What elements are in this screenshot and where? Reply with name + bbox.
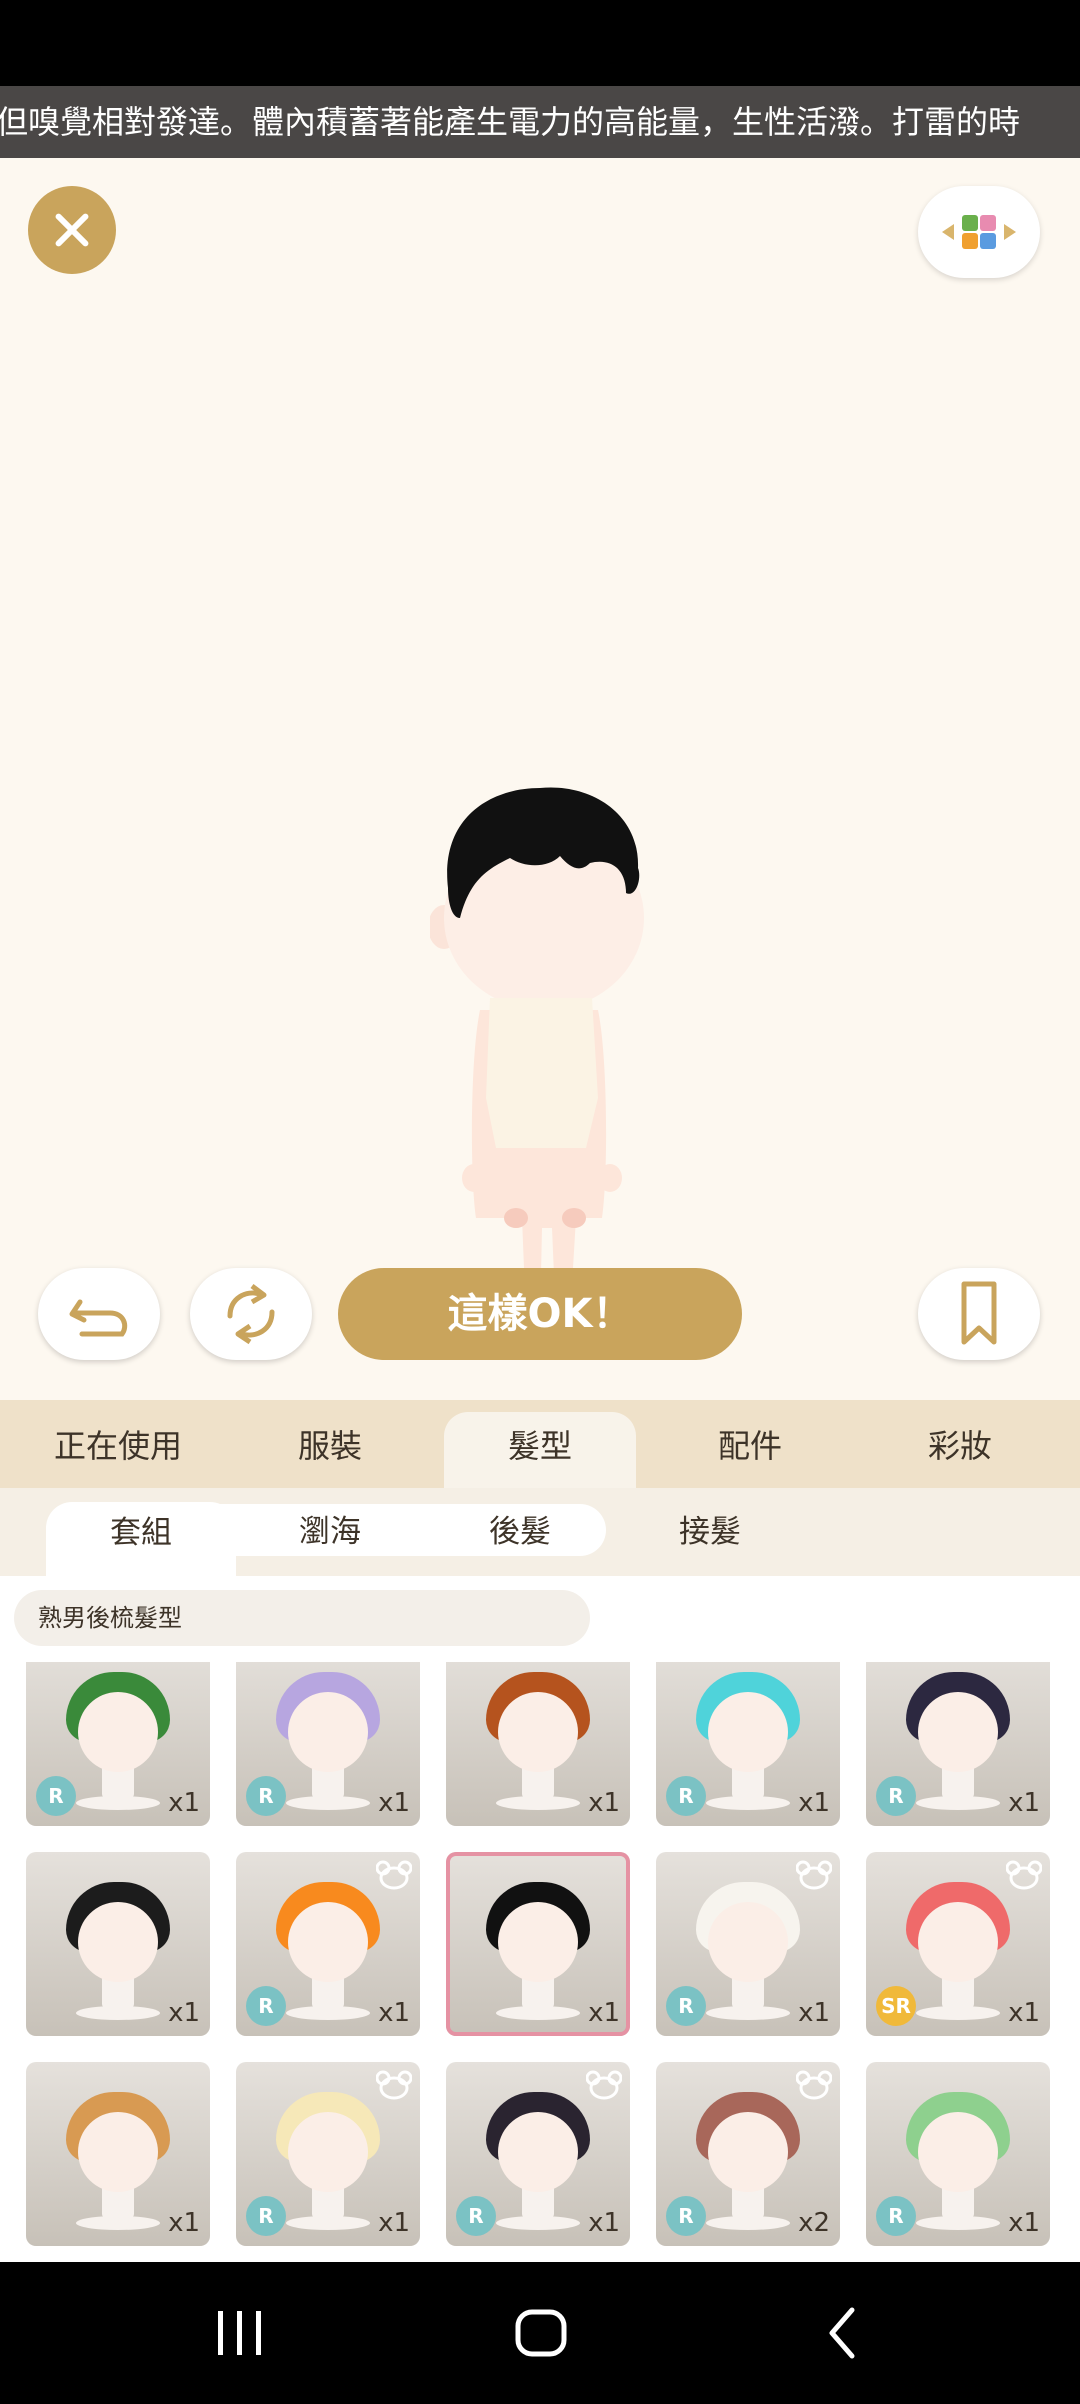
selected-item-name: 熟男後梳髮型 bbox=[14, 1590, 590, 1646]
bear-icon bbox=[1006, 1860, 1042, 1890]
hair-item[interactable]: Rx2 bbox=[656, 2062, 840, 2246]
quantity-label: x1 bbox=[1008, 1788, 1040, 1818]
tab-makeup[interactable]: 彩妝 bbox=[870, 1400, 1050, 1488]
system-nav-bar bbox=[0, 2262, 1080, 2400]
subtab-extensions[interactable]: 接髮 bbox=[620, 1488, 800, 1576]
mannequin-head bbox=[918, 2112, 998, 2192]
hair-item[interactable]: x1 bbox=[26, 2062, 210, 2246]
quantity-label: x1 bbox=[168, 1788, 200, 1818]
arrow-left-icon bbox=[942, 224, 954, 240]
tab-hairstyle[interactable]: 髮型 bbox=[444, 1412, 636, 1488]
mannequin-head bbox=[288, 1692, 368, 1772]
item-grid: Rx1 Rx1 x1 Rx1 Rx1 x1 Rx1 x1 Rx1 SR x1 x1 Rx1 Rx1 Rx2 R… bbox=[0, 1662, 1080, 2262]
bear-icon bbox=[796, 1860, 832, 1890]
tab-accessories[interactable]: 配件 bbox=[660, 1400, 840, 1488]
hair-item[interactable]: Rx1 bbox=[656, 1852, 840, 2036]
mannequin-head bbox=[288, 1902, 368, 1982]
rarity-badge: R bbox=[456, 2196, 496, 2236]
quantity-label: x1 bbox=[588, 1998, 620, 2028]
avatar-stage: 這樣OK！ bbox=[0, 158, 1080, 1400]
bear-icon bbox=[586, 2070, 622, 2100]
subtab-set[interactable]: 套組 bbox=[46, 1502, 236, 1576]
arrow-right-icon bbox=[1004, 224, 1016, 240]
mannequin-head bbox=[78, 1692, 158, 1772]
avatar-preview bbox=[430, 787, 644, 1352]
hair-item[interactable]: Rx1 bbox=[236, 1662, 420, 1826]
quantity-label: x1 bbox=[798, 1788, 830, 1818]
subtab-bangs[interactable]: 瀏海 bbox=[240, 1488, 420, 1576]
mannequin-head bbox=[918, 1902, 998, 1982]
bear-icon bbox=[376, 2070, 412, 2100]
hair-item[interactable]: Rx1 bbox=[26, 1662, 210, 1826]
status-bar bbox=[0, 0, 1080, 86]
hair-item[interactable]: Rx1 bbox=[446, 2062, 630, 2246]
tab-clothing[interactable]: 服裝 bbox=[240, 1400, 420, 1488]
mannequin-head bbox=[288, 2112, 368, 2192]
hair-item[interactable]: Rx1 bbox=[866, 2062, 1050, 2246]
back-icon[interactable] bbox=[829, 2307, 855, 2359]
view-mode-button[interactable] bbox=[918, 186, 1040, 278]
quantity-label: x1 bbox=[378, 1788, 410, 1818]
rarity-badge: R bbox=[666, 1986, 706, 2026]
mannequin-head bbox=[918, 1692, 998, 1772]
undo-icon bbox=[69, 1299, 128, 1337]
mannequin-head bbox=[708, 1692, 788, 1772]
rarity-badge: R bbox=[246, 2196, 286, 2236]
mannequin-head bbox=[498, 1692, 578, 1772]
rarity-badge: SR bbox=[876, 1986, 916, 2026]
bookmark-button[interactable] bbox=[918, 1268, 1040, 1360]
quantity-label: x2 bbox=[798, 2208, 830, 2238]
hair-item[interactable]: x1 bbox=[446, 1852, 630, 2036]
quantity-label: x1 bbox=[378, 1998, 410, 2028]
home-icon[interactable] bbox=[515, 2309, 567, 2357]
mannequin-head bbox=[78, 1902, 158, 1982]
rarity-badge: R bbox=[876, 1776, 916, 1816]
rarity-badge: R bbox=[666, 2196, 706, 2236]
marquee-text: 但嗅覺相對發達。體內積蓄著能產生電力的高能量，生性活潑。打雷的時 bbox=[0, 103, 1021, 141]
subtab-back-hair[interactable]: 後髮 bbox=[430, 1488, 610, 1576]
rarity-badge: R bbox=[246, 1986, 286, 2026]
description-marquee: 但嗅覺相對發達。體內積蓄著能產生電力的高能量，生性活潑。打雷的時 bbox=[0, 86, 1080, 158]
rarity-badge: R bbox=[666, 1776, 706, 1816]
mannequin-head bbox=[78, 2112, 158, 2192]
category-tabs: 正在使用 服裝 髮型 配件 彩妝 bbox=[0, 1400, 1080, 1488]
hair-item[interactable]: SR x1 bbox=[866, 1852, 1050, 2036]
mannequin-head bbox=[708, 1902, 788, 1982]
rarity-badge: R bbox=[36, 1776, 76, 1816]
bear-icon bbox=[796, 2070, 832, 2100]
quantity-label: x1 bbox=[798, 1998, 830, 2028]
refresh-icon bbox=[227, 1284, 275, 1345]
tab-in-use[interactable]: 正在使用 bbox=[28, 1400, 208, 1488]
hair-subtabs: 套組 瀏海 後髮 接髮 bbox=[0, 1488, 1080, 1576]
confirm-ok-button[interactable]: 這樣OK！ bbox=[338, 1268, 742, 1360]
item-list: 熟男後梳髮型 Rx1 Rx1 x1 Rx1 Rx1 x1 Rx1 x1 Rx1 SR x1 x1 Rx1… bbox=[0, 1576, 1080, 2262]
hair-item[interactable]: x1 bbox=[446, 1662, 630, 1826]
randomize-button[interactable] bbox=[190, 1268, 312, 1360]
hair-item[interactable]: Rx1 bbox=[236, 2062, 420, 2246]
quantity-label: x1 bbox=[588, 2208, 620, 2238]
quantity-label: x1 bbox=[588, 1788, 620, 1818]
mannequin-head bbox=[498, 2112, 578, 2192]
hair-item[interactable]: Rx1 bbox=[866, 1662, 1050, 1826]
quantity-label: x1 bbox=[168, 1998, 200, 2028]
quantity-label: x1 bbox=[1008, 1998, 1040, 2028]
hair-item[interactable]: x1 bbox=[26, 1852, 210, 2036]
quantity-label: x1 bbox=[378, 2208, 410, 2238]
recents-icon[interactable] bbox=[218, 2311, 261, 2355]
bookmark-icon bbox=[961, 1281, 997, 1345]
rarity-badge: R bbox=[876, 2196, 916, 2236]
bear-icon bbox=[376, 1860, 412, 1890]
undo-button[interactable] bbox=[38, 1268, 160, 1360]
quantity-label: x1 bbox=[1008, 2208, 1040, 2238]
hair-item[interactable]: Rx1 bbox=[656, 1662, 840, 1826]
hair-item[interactable]: Rx1 bbox=[236, 1852, 420, 2036]
close-button[interactable] bbox=[28, 186, 116, 274]
quantity-label: x1 bbox=[168, 2208, 200, 2238]
mannequin-head bbox=[708, 2112, 788, 2192]
rarity-badge: R bbox=[246, 1776, 286, 1816]
mannequin-head bbox=[498, 1902, 578, 1982]
